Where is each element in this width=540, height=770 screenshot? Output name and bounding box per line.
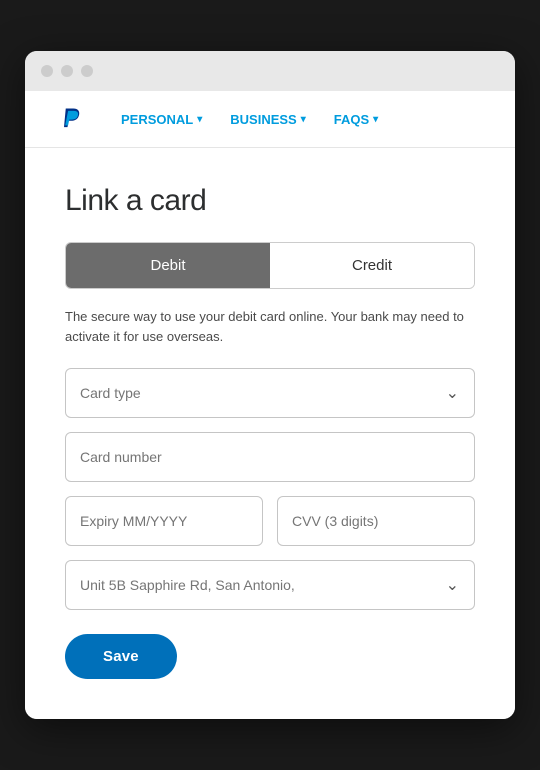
- expiry-input[interactable]: [65, 496, 263, 546]
- titlebar: [25, 51, 515, 91]
- chevron-down-icon: ▾: [197, 114, 202, 125]
- address-input[interactable]: [65, 560, 475, 610]
- paypal-logo: [57, 105, 85, 133]
- window-dot-red: [41, 65, 53, 77]
- main-content: Link a card Debit Credit The secure way …: [25, 148, 515, 719]
- cvv-input[interactable]: [277, 496, 475, 546]
- card-number-field-group: [65, 432, 475, 482]
- navbar: PERSONAL ▾ BUSINESS ▾ FAQS ▾: [25, 91, 515, 148]
- browser-window: PERSONAL ▾ BUSINESS ▾ FAQS ▾ Link a card…: [25, 51, 515, 719]
- nav-item-faqs[interactable]: FAQS ▾: [334, 112, 378, 127]
- expiry-field-group: [65, 496, 263, 546]
- chevron-down-icon: ▾: [373, 114, 378, 125]
- card-type-tabs: Debit Credit: [65, 242, 475, 289]
- card-type-input[interactable]: [65, 368, 475, 418]
- page-title: Link a card: [65, 184, 475, 218]
- chevron-down-icon: ▾: [301, 114, 306, 125]
- description-text: The secure way to use your debit card on…: [65, 307, 475, 346]
- address-field-group: ⌄: [65, 560, 475, 610]
- expiry-cvv-row: [65, 496, 475, 560]
- cvv-field-group: [277, 496, 475, 546]
- save-button[interactable]: Save: [65, 634, 177, 679]
- card-type-field-group: ⌄: [65, 368, 475, 418]
- tab-credit[interactable]: Credit: [270, 243, 474, 288]
- window-dot-green: [81, 65, 93, 77]
- window-dot-yellow: [61, 65, 73, 77]
- nav-item-personal[interactable]: PERSONAL ▾: [121, 112, 202, 127]
- card-number-input[interactable]: [65, 432, 475, 482]
- nav-item-business[interactable]: BUSINESS ▾: [230, 112, 306, 127]
- tab-debit[interactable]: Debit: [66, 243, 270, 288]
